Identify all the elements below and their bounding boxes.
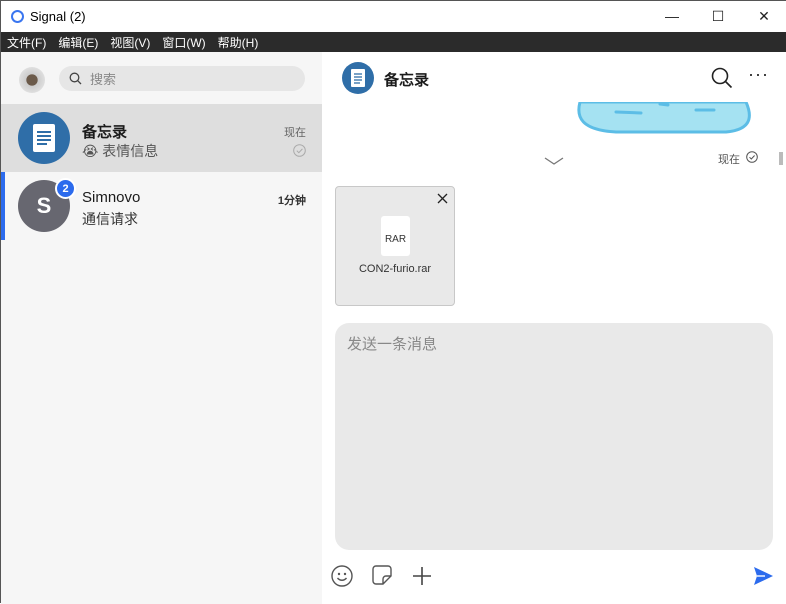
delivered-check-icon <box>746 151 758 163</box>
title-bar: Signal (2) — ☐ ✕ <box>1 1 786 32</box>
search-icon[interactable] <box>711 67 733 89</box>
sidebar: 搜索 备忘录 😭 表情信息 现在 S 2 Simnovo 通信请求 1分钟 <box>1 52 322 604</box>
chat-avatar[interactable] <box>342 62 374 94</box>
menu-bar: 文件(F) 编辑(E) 视图(V) 窗口(W) 帮助(H) <box>1 32 786 52</box>
chat-panel: 备忘录 ··· 现在 RAR CON2-furio.rar 发送一条消息 <box>322 52 786 604</box>
emoji-icon[interactable] <box>331 565 353 587</box>
scrollbar-thumb[interactable] <box>779 152 783 165</box>
unread-badge: 2 <box>55 178 76 199</box>
attachment-filename: CON2-furio.rar <box>358 263 432 275</box>
conversation-name: Simnovo <box>82 189 141 206</box>
menu-file[interactable]: 文件(F) <box>7 34 46 51</box>
menu-help[interactable]: 帮助(H) <box>218 34 259 51</box>
chat-title: 备忘录 <box>384 72 430 89</box>
sticker-icon[interactable] <box>372 565 392 585</box>
minimize-button[interactable]: — <box>649 1 695 31</box>
conversation-item-simnovo[interactable]: S 2 Simnovo 通信请求 1分钟 <box>1 172 322 240</box>
notes-avatar <box>18 112 70 164</box>
menu-edit[interactable]: 编辑(E) <box>58 34 98 51</box>
conversation-preview: 通信请求 <box>82 211 138 227</box>
search-placeholder: 搜索 <box>90 72 117 87</box>
scroll-down-chevron-icon[interactable] <box>544 156 564 166</box>
conversation-item-notes[interactable]: 备忘录 😭 表情信息 现在 <box>1 104 322 172</box>
conversation-preview: 😭 表情信息 <box>82 143 159 159</box>
attachment-preview: RAR CON2-furio.rar <box>335 186 455 306</box>
menu-window[interactable]: 窗口(W) <box>162 34 205 51</box>
search-icon <box>69 72 82 85</box>
signal-logo-icon <box>11 10 24 23</box>
conversation-time: 1分钟 <box>277 195 306 207</box>
note-icon <box>33 124 55 152</box>
sticker-image <box>577 102 751 134</box>
remove-attachment-icon[interactable] <box>437 193 448 204</box>
file-icon: RAR <box>381 216 410 256</box>
menu-view[interactable]: 视图(V) <box>110 34 150 51</box>
window-title: Signal (2) <box>30 9 86 24</box>
note-icon <box>351 69 365 87</box>
message-placeholder: 发送一条消息 <box>347 336 438 353</box>
message-input[interactable]: 发送一条消息 <box>335 323 773 550</box>
attach-plus-icon[interactable] <box>412 566 432 586</box>
maximize-button[interactable]: ☐ <box>695 1 741 31</box>
profile-avatar[interactable] <box>19 67 45 93</box>
more-options-icon[interactable]: ··· <box>748 64 769 85</box>
send-icon[interactable] <box>753 566 774 586</box>
conversation-time: 现在 <box>284 127 306 139</box>
delivered-check-icon <box>293 144 306 157</box>
conversation-name: 备忘录 <box>82 124 128 141</box>
search-input[interactable]: 搜索 <box>59 66 305 91</box>
close-button[interactable]: ✕ <box>741 1 786 31</box>
message-time: 现在 <box>718 154 740 166</box>
